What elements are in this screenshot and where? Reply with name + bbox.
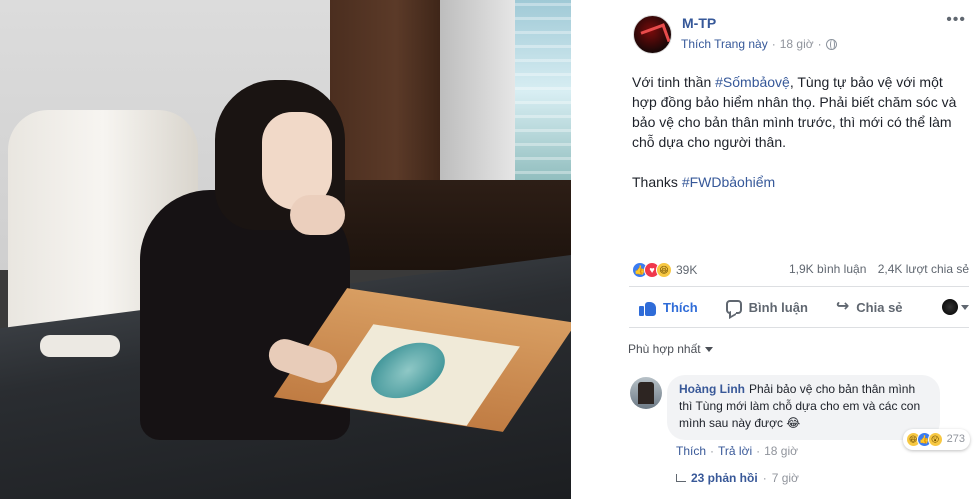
- reply-count: 23 phản hồi: [691, 471, 758, 485]
- thumbs-up-icon: [639, 299, 656, 316]
- comment-reactions[interactable]: 😆 👍 😮 273: [902, 429, 970, 450]
- post-time[interactable]: 18 giờ: [780, 37, 814, 51]
- post-stats: 👍 ♥ 😆 39K 1,9K bình luận 2,4K lượt chia …: [629, 260, 969, 280]
- reply-time: 7 giờ: [771, 471, 799, 485]
- audience-selector[interactable]: [942, 299, 969, 315]
- share-count[interactable]: 2,4K lượt chia sẻ: [878, 262, 969, 276]
- separator: ·: [756, 444, 761, 458]
- comment-author[interactable]: Hoàng Linh: [679, 382, 745, 396]
- thanks-prefix: Thanks: [632, 174, 682, 190]
- meta-separator: ·: [771, 37, 776, 51]
- page-name[interactable]: M-TP: [682, 15, 716, 31]
- reply-arrow-icon: [676, 474, 686, 482]
- hashtag-link[interactable]: #FWDbảohiểm: [682, 174, 775, 190]
- like-label: Thích: [663, 299, 698, 315]
- share-button[interactable]: ↪ Chia sẻ: [836, 299, 903, 315]
- globe-icon: [825, 38, 837, 50]
- haha-reaction-icon: 😆: [656, 262, 672, 278]
- post-paragraph: Với tinh thần #Sốmbảovệ, Tùng tự bảo vệ …: [632, 72, 967, 152]
- post-photo[interactable]: [0, 0, 571, 499]
- more-options-icon[interactable]: •••: [946, 12, 966, 28]
- comment-count[interactable]: 1,9K bình luận: [789, 262, 866, 276]
- separator: ·: [762, 471, 767, 485]
- share-label: Chia sẻ: [856, 299, 903, 315]
- view-replies-link[interactable]: 23 phản hồi · 7 giờ: [676, 471, 799, 485]
- comment-bubble: Hoàng Linh Phải bảo vệ cho bản thân mình …: [667, 375, 970, 450]
- post-meta: Thích Trang này · 18 giờ ·: [681, 37, 837, 51]
- comment-reaction-count: 273: [946, 433, 965, 445]
- comment-time[interactable]: 18 giờ: [764, 444, 798, 458]
- share-icon: ↪: [835, 298, 850, 315]
- divider: [629, 327, 969, 328]
- photo-chair-arm: [40, 335, 120, 357]
- sort-label: Phù hợp nhất: [628, 342, 701, 356]
- audience-avatar: [942, 299, 958, 315]
- caret-down-icon: [961, 304, 969, 310]
- caret-down-icon: [704, 346, 713, 352]
- like-page-link[interactable]: Thích Trang này: [681, 37, 768, 51]
- comment-reply-link[interactable]: Trả lời: [718, 444, 752, 458]
- wow-reaction-icon: 😮: [927, 432, 943, 447]
- comment-icon: [725, 300, 742, 314]
- post-action-bar: Thích Bình luận ↪ Chia sẻ: [629, 290, 969, 324]
- comment-sort-dropdown[interactable]: Phù hợp nhất: [628, 342, 713, 356]
- post-text: Với tinh thần #Sốmbảovệ, Tùng tự bảo vệ …: [632, 72, 967, 192]
- page-avatar[interactable]: [633, 15, 672, 54]
- photo-person-hand: [290, 195, 345, 235]
- separator: ·: [710, 444, 715, 458]
- reaction-count: 39K: [676, 263, 698, 277]
- comment-label: Bình luận: [748, 299, 808, 315]
- post-thanks: Thanks #FWDbảohiểm: [632, 172, 967, 192]
- comment-like-link[interactable]: Thích: [676, 444, 706, 458]
- meta-separator: ·: [817, 37, 822, 51]
- photo-sideboard: [330, 180, 571, 270]
- comment-button[interactable]: Bình luận: [725, 299, 808, 315]
- commenter-avatar[interactable]: [630, 377, 662, 409]
- engagement-counts: 1,9K bình luận 2,4K lượt chia sẻ: [789, 262, 969, 276]
- divider: [629, 286, 969, 287]
- post-panel: M-TP Thích Trang này · 18 giờ · ••• Với …: [571, 0, 978, 499]
- post-text-prefix: Với tinh thần: [632, 74, 716, 90]
- post-header: M-TP Thích Trang này · 18 giờ · •••: [571, 0, 978, 60]
- reaction-summary[interactable]: 👍 ♥ 😆 39K: [632, 262, 697, 278]
- like-button[interactable]: Thích: [639, 299, 698, 316]
- photo-wood-panel: [330, 0, 440, 190]
- hashtag-link[interactable]: #Sốmbảovệ: [715, 74, 790, 90]
- comment-actions: Thích · Trả lời · 18 giờ: [676, 444, 798, 458]
